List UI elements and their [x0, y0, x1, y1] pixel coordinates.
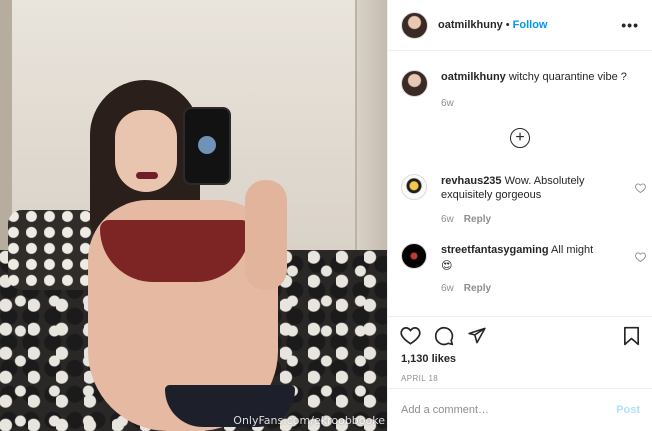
post-comment-button[interactable]: Post [616, 404, 640, 416]
post-header: oatmilkhuny • Follow ••• [388, 0, 652, 51]
comment-bubble-icon[interactable] [434, 326, 454, 346]
like-heart-icon[interactable] [400, 326, 421, 346]
post-sidebar: oatmilkhuny • Follow ••• oatmilkhuny wit… [387, 0, 652, 431]
comment-meta: 6w Reply [441, 213, 616, 227]
photo-subject-lips [136, 172, 158, 179]
caption-body: oatmilkhuny witchy quarantine vibe ? 6w [441, 70, 627, 111]
post-date[interactable]: APRIL 18 [401, 374, 438, 383]
author-username[interactable]: oatmilkhuny [438, 19, 503, 31]
caption-username[interactable]: oatmilkhuny [441, 71, 506, 83]
header-separator: • [505, 19, 510, 31]
commenter-avatar[interactable] [401, 243, 427, 269]
photo-phone-grip [198, 136, 216, 154]
comment-username[interactable]: streetfantasygaming [441, 244, 549, 256]
follow-button[interactable]: Follow [513, 19, 548, 31]
more-options-icon[interactable]: ••• [621, 17, 639, 33]
comment-body: revhaus235 Wow. Absolutely exquisitely g… [441, 174, 616, 227]
post-caption: oatmilkhuny witchy quarantine vibe ? 6w [401, 70, 646, 111]
comment-like-heart-icon[interactable] [635, 180, 646, 198]
comment-item: revhaus235 Wow. Absolutely exquisitely g… [401, 174, 646, 227]
photo-subject [70, 80, 300, 431]
comment-time[interactable]: 6w [441, 282, 454, 296]
action-icons [400, 326, 487, 346]
photo-watermark: OnlyFans.com/ekroobbooke [233, 414, 385, 427]
likes-count[interactable]: 1,130 likes [401, 353, 456, 365]
comment-time[interactable]: 6w [441, 213, 454, 227]
caption-time[interactable]: 6w [441, 96, 627, 111]
photo-subject-arm [245, 180, 287, 290]
share-paper-plane-icon[interactable] [467, 326, 487, 346]
photo-subject-face [115, 110, 177, 192]
caption-text: witchy quarantine vibe ? [508, 71, 627, 83]
commenter-avatar[interactable] [401, 174, 427, 200]
reply-button[interactable]: Reply [464, 282, 491, 296]
reply-button[interactable]: Reply [464, 213, 491, 227]
comment-body: streetfantasygaming All might 😍 6w Reply [441, 243, 616, 296]
comment-username[interactable]: revhaus235 [441, 175, 502, 187]
comment-meta: 6w Reply [441, 282, 616, 296]
post-photo[interactable]: OnlyFans.com/ekroobbooke [0, 0, 387, 431]
load-more-comments-icon[interactable]: + [510, 128, 530, 148]
comment-item: streetfantasygaming All might 😍 6w Reply [401, 243, 646, 296]
comment-text: All might [551, 244, 594, 256]
comment-emoji: 😍 [441, 260, 453, 272]
add-comment-input[interactable] [401, 404, 617, 416]
caption-avatar[interactable] [401, 70, 428, 97]
add-comment-bar: Post [388, 388, 652, 431]
comment-like-heart-icon[interactable] [635, 249, 646, 267]
bookmark-save-icon[interactable] [623, 326, 640, 346]
instagram-post: OnlyFans.com/ekroobbooke oatmilkhuny • F… [0, 0, 652, 431]
author-avatar[interactable] [401, 11, 428, 39]
